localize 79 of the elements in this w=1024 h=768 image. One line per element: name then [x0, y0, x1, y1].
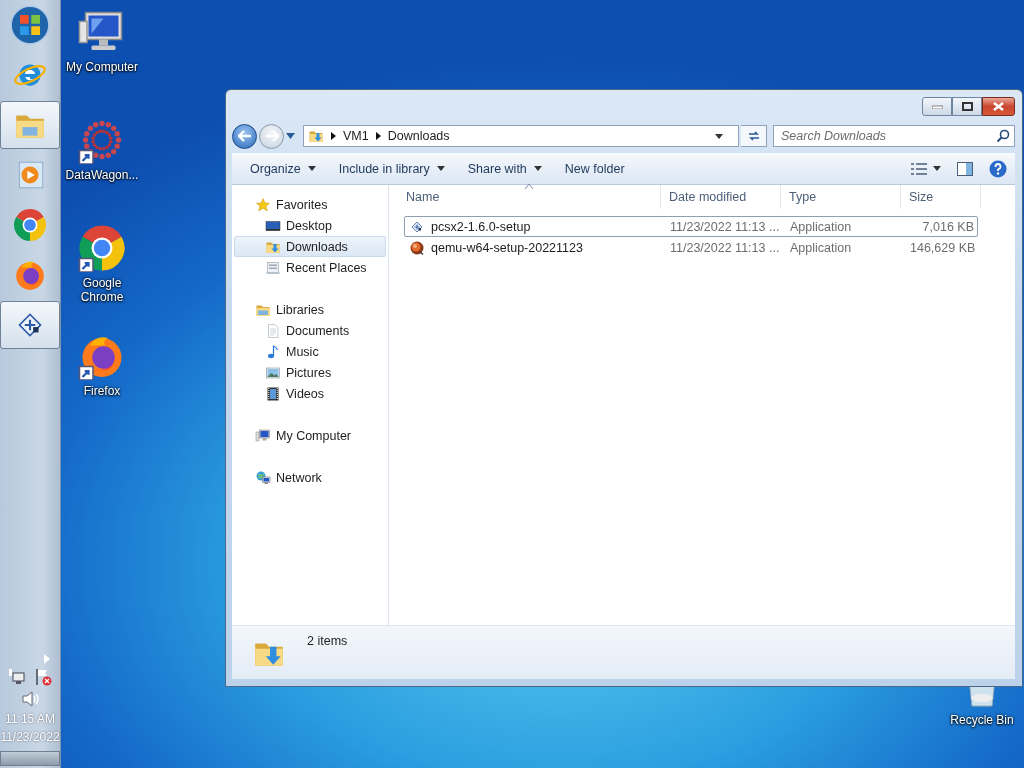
back-button[interactable] [232, 123, 257, 149]
nav-item[interactable]: Downloads [234, 236, 386, 257]
flag-warning-icon [34, 668, 52, 686]
date-cell-text: 11/23/2022 11:13 ... [669, 239, 781, 257]
back-arrow-icon [237, 130, 252, 142]
nav-item[interactable]: Pictures [234, 362, 386, 383]
desktop-icon-label[interactable]: My Computer [63, 60, 141, 74]
picture-icon [265, 364, 281, 381]
caret-icon [933, 166, 941, 171]
star-icon [255, 196, 271, 213]
chrome-icon [13, 208, 47, 242]
toolbar-button[interactable]: Organize [242, 157, 331, 180]
toolbar-button[interactable]: New folder [556, 157, 640, 180]
document-icon [265, 322, 281, 339]
network-icon [255, 469, 271, 486]
nav-item[interactable]: Network [234, 467, 386, 488]
breadcrumb-arrow-icon [331, 132, 336, 140]
recent-pages-button[interactable] [286, 133, 295, 139]
maximize-icon [961, 102, 973, 111]
details-view-icon [911, 162, 927, 175]
address-bar[interactable]: VM1 Downloads [303, 125, 739, 147]
caret-icon [715, 133, 723, 139]
breadcrumb-arrow-icon [375, 132, 381, 140]
volume-icon [21, 690, 39, 708]
file-row[interactable]: pcsx2-1.6.0-setup 11/23/2022 11:13 ... Application 7,016 KB [404, 216, 978, 237]
caret-icon [436, 166, 445, 171]
file-name: pcsx2-1.6.0-setup [431, 219, 531, 234]
size-cell-text: 7,016 KB [921, 218, 975, 236]
file-name: qemu-w64-setup-20221123 [431, 240, 583, 255]
caret-icon [307, 166, 316, 171]
desktop-icon-label[interactable]: Firefox [63, 384, 141, 398]
nav-item[interactable]: Music [234, 341, 386, 362]
size-cell-text: 146,629 KB [909, 239, 977, 257]
caret-icon [286, 133, 295, 139]
toolbar-button[interactable]: Include in library [330, 157, 460, 180]
caret-icon [533, 166, 542, 171]
type-cell-text: Application [789, 239, 853, 257]
desktop-icon-label[interactable]: Google Chrome [63, 276, 141, 304]
maximize-button[interactable] [952, 97, 982, 116]
search-field[interactable]: Search Downloads [773, 125, 1015, 147]
close-button[interactable] [982, 97, 1015, 116]
nav-item[interactable]: Favorites [234, 194, 386, 215]
music-note-icon [265, 343, 281, 360]
help-icon [989, 159, 1007, 178]
nav-item[interactable]: Documents [234, 320, 386, 341]
nav-item[interactable]: Recent Places [234, 257, 386, 278]
column-header[interactable]: Size [901, 185, 981, 209]
desktop-icon-label[interactable]: Recycle Bin [950, 713, 1014, 727]
refresh-button[interactable] [741, 125, 767, 147]
toolbar-button[interactable]: Share with [459, 157, 557, 180]
item-count: 2 items [307, 634, 348, 648]
column-header[interactable]: Type [781, 185, 901, 209]
column-header[interactable]: Name [398, 185, 661, 209]
forward-arrow-icon [264, 130, 279, 142]
desktop-icon-label[interactable]: DataWagon... [63, 168, 141, 182]
close-icon [993, 102, 1004, 111]
nav-item[interactable]: Videos [234, 383, 386, 404]
date-cell-text: 11/23/2022 11:13 ... [669, 218, 781, 236]
film-icon [265, 385, 281, 402]
preview-pane-icon [957, 161, 973, 176]
computer-icon [255, 427, 271, 444]
start-orb-icon [10, 5, 50, 45]
qemu-icon [409, 239, 425, 256]
breadcrumb-item[interactable]: VM1 [343, 129, 369, 143]
taskbar-button[interactable] [0, 301, 60, 349]
recent-places-icon [265, 259, 281, 276]
search-icon [996, 129, 1010, 143]
minimize-icon [931, 104, 943, 109]
nav-item[interactable]: My Computer [234, 425, 386, 446]
nav-item[interactable]: Desktop [234, 215, 386, 236]
breadcrumb-item[interactable]: Downloads [387, 129, 450, 143]
file-row[interactable]: qemu-w64-setup-20221123 11/23/2022 11:13 ... Application 146,629 KB [404, 237, 978, 258]
type-cell-text: Application [789, 218, 853, 236]
network-status-icon [8, 668, 26, 686]
column-header[interactable]: Date modified [661, 185, 781, 209]
refresh-icon [746, 129, 761, 143]
show-desktop-button[interactable] [0, 751, 60, 766]
taskbar-button[interactable] [0, 101, 60, 149]
nav-item[interactable]: Libraries [234, 299, 386, 320]
